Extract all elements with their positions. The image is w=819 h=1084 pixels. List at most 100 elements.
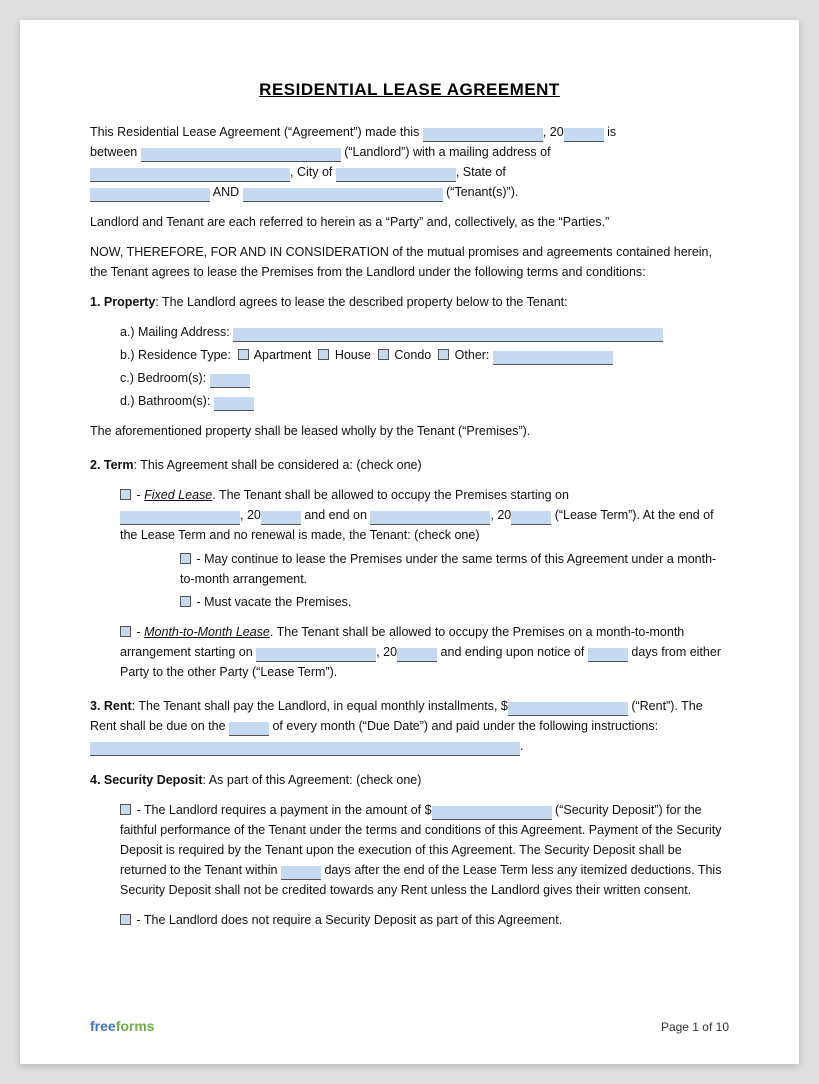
month-start-year[interactable] (397, 648, 437, 662)
section1-a-label: a.) Mailing Address: (120, 325, 230, 339)
security-option1-text1: - The Landlord requires a payment in the… (136, 803, 431, 817)
other-checkbox[interactable] (438, 349, 449, 360)
section1-c: c.) Bedroom(s): (120, 368, 729, 388)
house-checkbox[interactable] (318, 349, 329, 360)
fixed-sub-options: - May continue to lease the Premises und… (180, 549, 729, 612)
section3-header: 3. Rent (90, 699, 132, 713)
apartment-label: Apartment (254, 348, 312, 362)
payment-instructions-field[interactable] (90, 742, 520, 756)
month-text2: , 20 (376, 645, 397, 659)
bedrooms-field[interactable] (210, 374, 250, 388)
fixed-text3: and end on (301, 508, 371, 522)
fixed-option1: - May continue to lease the Premises und… (180, 549, 729, 589)
section3-text1: : The Tenant shall pay the Landlord, in … (132, 699, 508, 713)
fixed-lease-label: Fixed Lease (144, 488, 212, 502)
parties-note: Landlord and Tenant are each referred to… (90, 212, 729, 232)
continue-lease-text: - May continue to lease the Premises und… (180, 552, 716, 586)
section1-c-label: c.) Bedroom(s): (120, 371, 206, 385)
bathrooms-field[interactable] (214, 397, 254, 411)
rent-amount-field[interactable] (508, 702, 628, 716)
landlord-name-field[interactable] (141, 148, 341, 162)
fixed-end-year[interactable] (511, 511, 551, 525)
month-dash: - (136, 625, 144, 639)
fixed-end-field[interactable] (370, 511, 490, 525)
section1-d: d.) Bathroom(s): (120, 391, 729, 411)
state-field[interactable] (90, 188, 210, 202)
other-label: Other: (455, 348, 490, 362)
section4-text: : As part of this Agreement: (check one) (203, 773, 422, 787)
tenant-name-field[interactable] (243, 188, 443, 202)
vacate-checkbox[interactable] (180, 596, 191, 607)
month-text3: and ending upon notice of (437, 645, 588, 659)
address-field[interactable] (90, 168, 290, 182)
condo-label: Condo (394, 348, 431, 362)
fixed-start-field[interactable] (120, 511, 240, 525)
intro-line2b: (“Landlord”) with a mailing address of (341, 145, 551, 159)
fixed-text2: , 20 (240, 508, 261, 522)
section4-block: 4. Security Deposit: As part of this Agr… (90, 770, 729, 930)
intro-line4a: AND (210, 185, 243, 199)
apartment-checkbox[interactable] (238, 349, 249, 360)
logo-free: free (90, 1018, 116, 1034)
intro-line1a: This Residential Lease Agreement (“Agree… (90, 125, 423, 139)
section1-d-label: d.) Bathroom(s): (120, 394, 210, 408)
city-field[interactable] (336, 168, 456, 182)
section2-block: 2. Term: This Agreement shall be conside… (90, 455, 729, 682)
consideration-block: NOW, THEREFORE, FOR AND IN CONSIDERATION… (90, 242, 729, 282)
no-deposit-text: - The Landlord does not require a Securi… (136, 913, 562, 927)
return-days-field[interactable] (281, 866, 321, 880)
security-deposit-checkbox[interactable] (120, 804, 131, 815)
mailing-address-field[interactable] (233, 328, 663, 342)
no-deposit-checkbox[interactable] (120, 914, 131, 925)
month-lease-label: Month-to-Month Lease (144, 625, 270, 639)
month-start-field[interactable] (256, 648, 376, 662)
section4-option2: - The Landlord does not require a Securi… (120, 910, 729, 930)
intro-line1c: is (604, 125, 617, 139)
date-field[interactable] (423, 128, 543, 142)
due-date-field[interactable] (229, 722, 269, 736)
section1-text: : The Landlord agrees to lease the descr… (155, 295, 567, 309)
fixed-lease-block: - Fixed Lease. The Tenant shall be allow… (120, 485, 729, 612)
fixed-option2: - Must vacate the Premises. (180, 592, 729, 612)
document-title: RESIDENTIAL LEASE AGREEMENT (90, 80, 729, 100)
logo-forms: forms (116, 1018, 155, 1034)
month-lease-checkbox[interactable] (120, 626, 131, 637)
section1-b-label: b.) Residence Type: (120, 348, 231, 362)
fixed-start-year[interactable] (261, 511, 301, 525)
section4-header: 4. Security Deposit (90, 773, 203, 787)
vacate-text: - Must vacate the Premises. (196, 595, 351, 609)
continue-lease-checkbox[interactable] (180, 553, 191, 564)
fixed-text4: , 20 (490, 508, 511, 522)
other-type-field[interactable] (493, 351, 613, 365)
month-lease-block: - Month-to-Month Lease. The Tenant shall… (120, 622, 729, 682)
section1-header-line: 1. Property: The Landlord agrees to leas… (90, 292, 729, 312)
intro-line4b: (“Tenant(s)”). (443, 185, 519, 199)
fixed-text1: . The Tenant shall be allowed to occupy … (212, 488, 569, 502)
intro-block: This Residential Lease Agreement (“Agree… (90, 122, 729, 202)
section2-text: : This Agreement shall be considered a: … (134, 458, 422, 472)
document-page: RESIDENTIAL LEASE AGREEMENT This Residen… (20, 20, 799, 1064)
section1-b: b.) Residence Type: Apartment House Cond… (120, 345, 729, 365)
section1-closing: The aforementioned property shall be lea… (90, 421, 729, 441)
intro-line1b: , 20 (543, 125, 564, 139)
deposit-amount-field[interactable] (432, 806, 552, 820)
section1-block: 1. Property: The Landlord agrees to leas… (90, 292, 729, 441)
section4-header-line: 4. Security Deposit: As part of this Agr… (90, 770, 729, 790)
section3-text3-end: . (520, 739, 523, 753)
condo-checkbox[interactable] (378, 349, 389, 360)
house-label: House (335, 348, 371, 362)
notice-days-field[interactable] (588, 648, 628, 662)
section3-text3: of every month (“Due Date”) and paid und… (269, 719, 658, 733)
section2-header-line: 2. Term: This Agreement shall be conside… (90, 455, 729, 475)
section3-block: 3. Rent: The Tenant shall pay the Landlo… (90, 696, 729, 756)
freeforms-logo: freeforms (90, 1018, 155, 1034)
page-number: Page 1 of 10 (661, 1020, 729, 1034)
section1-header: 1. Property (90, 295, 155, 309)
section1-items: a.) Mailing Address: b.) Residence Type:… (120, 322, 729, 411)
intro-line3b: , State of (456, 165, 506, 179)
section1-a: a.) Mailing Address: (120, 322, 729, 342)
fixed-lease-checkbox[interactable] (120, 489, 131, 500)
fixed-dash: - (136, 488, 144, 502)
year-field[interactable] (564, 128, 604, 142)
section4-option1: - The Landlord requires a payment in the… (120, 800, 729, 900)
